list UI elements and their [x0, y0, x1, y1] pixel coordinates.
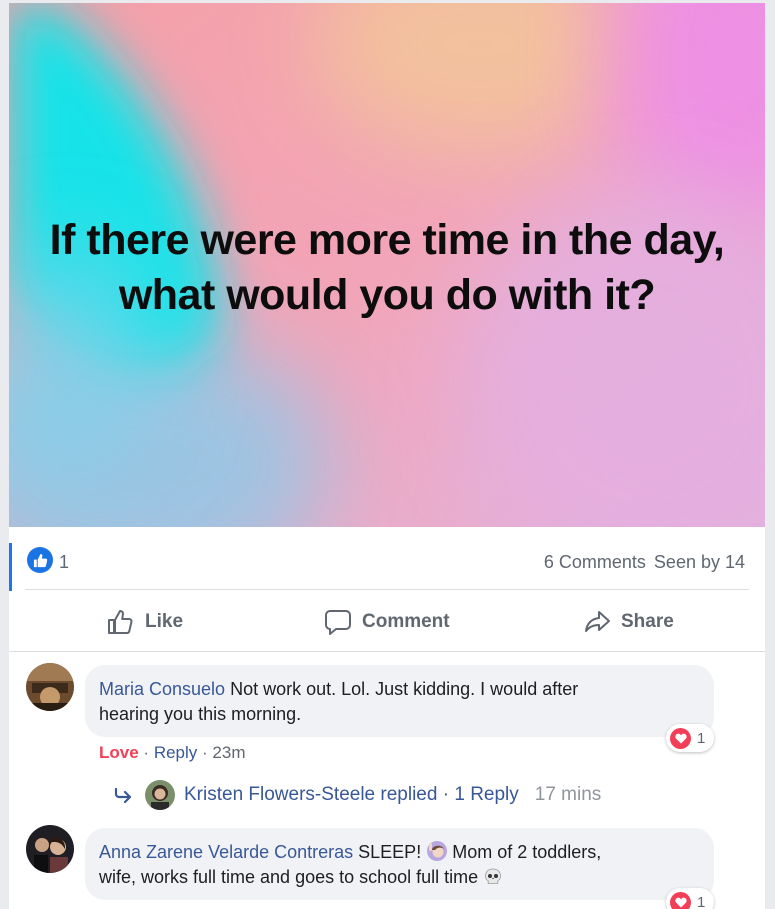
- comment-text-continued: hearing you this morning.: [99, 704, 302, 724]
- reaction-count: 1: [697, 729, 706, 747]
- comment-author[interactable]: Anna Zarene Velarde Contreras: [99, 842, 353, 862]
- like-reaction-icon[interactable]: [27, 547, 53, 573]
- reaction-count: 1: [697, 893, 706, 909]
- reply-author: Kristen Flowers-Steele replied: [184, 784, 438, 805]
- comment-text: Mom of 2 toddlers,: [452, 842, 602, 862]
- comment-timestamp[interactable]: 23m: [212, 743, 245, 762]
- view-replies-link[interactable]: Kristen Flowers-Steele replied · 1 Reply…: [113, 780, 601, 810]
- reply-link[interactable]: Reply: [154, 743, 197, 762]
- comment-icon: [325, 610, 351, 635]
- comment-bubble: Maria Consuelo Not work out. Lol. Just k…: [85, 665, 714, 737]
- share-button[interactable]: Share: [583, 608, 674, 636]
- post-background-image: If there were more time in the day, what…: [9, 3, 765, 527]
- post-card: If there were more time in the day, what…: [9, 3, 765, 909]
- comment-text: Not work out. Lol. Just kidding. I would…: [225, 679, 579, 699]
- post-stats: 1 6 Comments Seen by 14: [9, 527, 765, 591]
- like-label: Like: [145, 611, 184, 632]
- comment-meta: Love · Reply · 23m: [99, 743, 246, 762]
- seen-by-link[interactable]: Seen by 14: [654, 552, 745, 572]
- love-reaction-label[interactable]: Love: [99, 743, 139, 762]
- comment-bubble: Anna Zarene Velarde Contreras SLEEP! Mom…: [85, 828, 714, 900]
- reply-timestamp: 17 mins: [534, 784, 602, 805]
- comment-text-continued: wife, works full time and goes to school…: [99, 867, 484, 887]
- post-actions: Like Comment Share: [9, 590, 765, 652]
- thumbs-up-icon: [108, 610, 133, 634]
- avatar[interactable]: [26, 663, 74, 711]
- reply-arrow-icon: [114, 787, 132, 803]
- comment-button[interactable]: Comment: [324, 608, 450, 636]
- love-reaction-icon: [670, 727, 691, 749]
- comments-count-link[interactable]: 6 Comments: [544, 552, 646, 572]
- divider: [9, 651, 765, 652]
- reaction-count-badge[interactable]: 1: [666, 724, 715, 752]
- share-icon: [585, 611, 610, 632]
- like-count[interactable]: 1: [59, 552, 69, 573]
- reaction-count-badge[interactable]: 1: [666, 888, 715, 909]
- comment-label: Comment: [362, 611, 450, 632]
- reply-count: 1 Reply: [454, 784, 519, 805]
- comment-text: SLEEP!: [353, 842, 427, 862]
- focus-indicator: [9, 543, 12, 591]
- avatar: [145, 780, 175, 810]
- stats-summary: 6 Comments Seen by 14: [536, 552, 745, 573]
- woman-raising-hand-emoji-icon: [426, 840, 448, 862]
- post-text: If there were more time in the day, what…: [49, 216, 725, 319]
- avatar[interactable]: [26, 825, 74, 873]
- like-button[interactable]: Like: [107, 608, 183, 636]
- love-reaction-icon: [670, 891, 691, 909]
- comment-author[interactable]: Maria Consuelo: [99, 679, 225, 699]
- skull-emoji-icon: [483, 867, 503, 887]
- share-label: Share: [621, 611, 674, 632]
